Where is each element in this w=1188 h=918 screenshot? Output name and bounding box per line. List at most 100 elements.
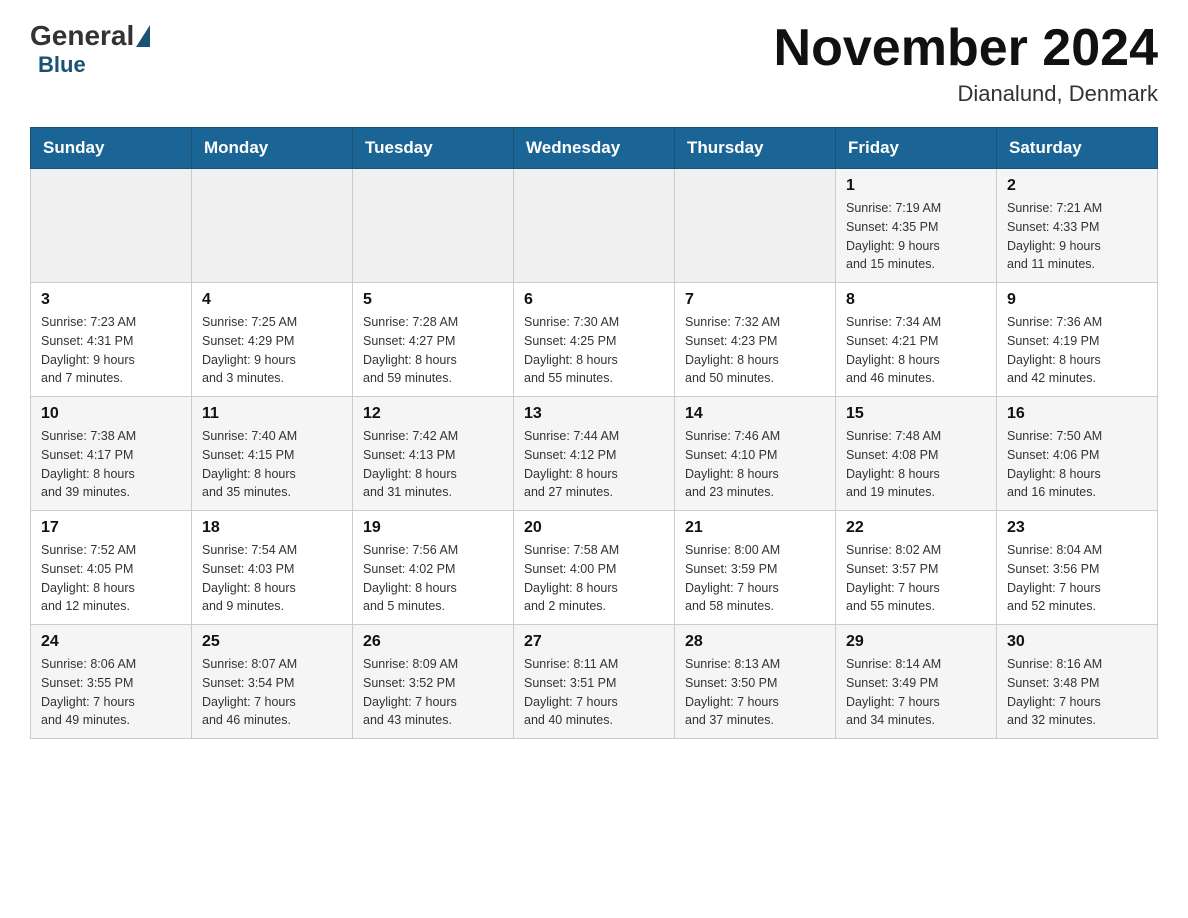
day-info-21: Sunrise: 8:00 AM Sunset: 3:59 PM Dayligh… bbox=[685, 541, 825, 616]
week-row-2: 3 Sunrise: 7:23 AM Sunset: 4:31 PM Daylig… bbox=[31, 283, 1158, 397]
header-wednesday: Wednesday bbox=[514, 128, 675, 169]
day-number-22: 22 bbox=[846, 519, 986, 537]
day-number-1: 1 bbox=[846, 177, 986, 195]
calendar-cell-0-1 bbox=[192, 169, 353, 283]
day-number-15: 15 bbox=[846, 405, 986, 423]
day-number-19: 19 bbox=[363, 519, 503, 537]
title-area: November 2024 Dianalund, Denmark bbox=[774, 20, 1158, 107]
calendar-cell-4-3: 27 Sunrise: 8:11 AM Sunset: 3:51 PM Dayli… bbox=[514, 625, 675, 739]
calendar-table: Sunday Monday Tuesday Wednesday Thursday… bbox=[30, 127, 1158, 739]
subtitle: Dianalund, Denmark bbox=[774, 81, 1158, 107]
week-row-5: 24Sunrise: 8:06 AM Sunset: 3:55 PM Dayli… bbox=[31, 625, 1158, 739]
logo-general-text: General bbox=[30, 20, 134, 52]
day-info-19: Sunrise: 7:56 AM Sunset: 4:02 PM Dayligh… bbox=[363, 541, 503, 616]
day-number-10: 10 bbox=[41, 405, 181, 423]
header-saturday: Saturday bbox=[997, 128, 1158, 169]
day-info-26: Sunrise: 8:09 AM Sunset: 3:52 PM Dayligh… bbox=[363, 655, 503, 730]
calendar-cell-2-4: 14 Sunrise: 7:46 AM Sunset: 4:10 PM Dayli… bbox=[675, 397, 836, 511]
calendar-cell-1-1: 4Sunrise: 7:25 AM Sunset: 4:29 PM Daylig… bbox=[192, 283, 353, 397]
calendar-cell-1-4: 7Sunrise: 7:32 AM Sunset: 4:23 PM Daylig… bbox=[675, 283, 836, 397]
header-thursday: Thursday bbox=[675, 128, 836, 169]
calendar-cell-3-1: 18 Sunrise: 7:54 AM Sunset: 4:03 PM Dayli… bbox=[192, 511, 353, 625]
day-number-8: 8 bbox=[846, 291, 986, 309]
day-info-3: Sunrise: 7:23 AM Sunset: 4:31 PM Dayligh… bbox=[41, 313, 181, 388]
day-info-17: Sunrise: 7:52 AM Sunset: 4:05 PM Dayligh… bbox=[41, 541, 181, 616]
day-number-6: 6 bbox=[524, 291, 664, 309]
day-number-3: 3 bbox=[41, 291, 181, 309]
day-info-5: Sunrise: 7:28 AM Sunset: 4:27 PM Dayligh… bbox=[363, 313, 503, 388]
header-friday: Friday bbox=[836, 128, 997, 169]
day-number-9: 9 bbox=[1007, 291, 1147, 309]
day-info-30: Sunrise: 8:16 AM Sunset: 3:48 PM Dayligh… bbox=[1007, 655, 1147, 730]
day-info-10: Sunrise: 7:38 AM Sunset: 4:17 PM Dayligh… bbox=[41, 427, 181, 502]
calendar-cell-3-2: 19 Sunrise: 7:56 AM Sunset: 4:02 PM Dayli… bbox=[353, 511, 514, 625]
calendar-cell-2-2: 12Sunrise: 7:42 AM Sunset: 4:13 PM Dayli… bbox=[353, 397, 514, 511]
day-info-28: Sunrise: 8:13 AM Sunset: 3:50 PM Dayligh… bbox=[685, 655, 825, 730]
weekday-header-row: Sunday Monday Tuesday Wednesday Thursday… bbox=[31, 128, 1158, 169]
main-title: November 2024 bbox=[774, 20, 1158, 77]
calendar-cell-1-3: 6Sunrise: 7:30 AM Sunset: 4:25 PM Daylig… bbox=[514, 283, 675, 397]
calendar-cell-2-6: 16 Sunrise: 7:50 AM Sunset: 4:06 PM Dayli… bbox=[997, 397, 1158, 511]
calendar-cell-4-4: 28Sunrise: 8:13 AM Sunset: 3:50 PM Dayli… bbox=[675, 625, 836, 739]
page-header: General Blue November 2024 Dianalund, De… bbox=[30, 20, 1158, 107]
header-tuesday: Tuesday bbox=[353, 128, 514, 169]
calendar-cell-0-6: 2 Sunrise: 7:21 AM Sunset: 4:33 PM Daylig… bbox=[997, 169, 1158, 283]
calendar-cell-2-0: 10 Sunrise: 7:38 AM Sunset: 4:17 PM Dayli… bbox=[31, 397, 192, 511]
day-info-18: Sunrise: 7:54 AM Sunset: 4:03 PM Dayligh… bbox=[202, 541, 342, 616]
day-number-23: 23 bbox=[1007, 519, 1147, 537]
calendar-cell-4-0: 24Sunrise: 8:06 AM Sunset: 3:55 PM Dayli… bbox=[31, 625, 192, 739]
day-number-21: 21 bbox=[685, 519, 825, 537]
day-number-14: 14 bbox=[685, 405, 825, 423]
calendar-cell-2-3: 13 Sunrise: 7:44 AM Sunset: 4:12 PM Dayli… bbox=[514, 397, 675, 511]
day-info-24: Sunrise: 8:06 AM Sunset: 3:55 PM Dayligh… bbox=[41, 655, 181, 730]
day-info-22: Sunrise: 8:02 AM Sunset: 3:57 PM Dayligh… bbox=[846, 541, 986, 616]
day-number-16: 16 bbox=[1007, 405, 1147, 423]
day-number-26: 26 bbox=[363, 633, 503, 651]
calendar-cell-1-5: 8Sunrise: 7:34 AM Sunset: 4:21 PM Daylig… bbox=[836, 283, 997, 397]
day-number-18: 18 bbox=[202, 519, 342, 537]
day-number-7: 7 bbox=[685, 291, 825, 309]
day-info-13: Sunrise: 7:44 AM Sunset: 4:12 PM Dayligh… bbox=[524, 427, 664, 502]
calendar-cell-4-2: 26 Sunrise: 8:09 AM Sunset: 3:52 PM Dayli… bbox=[353, 625, 514, 739]
day-info-29: Sunrise: 8:14 AM Sunset: 3:49 PM Dayligh… bbox=[846, 655, 986, 730]
calendar-cell-4-6: 30Sunrise: 8:16 AM Sunset: 3:48 PM Dayli… bbox=[997, 625, 1158, 739]
day-info-14: Sunrise: 7:46 AM Sunset: 4:10 PM Dayligh… bbox=[685, 427, 825, 502]
week-row-4: 17 Sunrise: 7:52 AM Sunset: 4:05 PM Dayli… bbox=[31, 511, 1158, 625]
calendar-cell-1-0: 3 Sunrise: 7:23 AM Sunset: 4:31 PM Daylig… bbox=[31, 283, 192, 397]
calendar-cell-4-5: 29 Sunrise: 8:14 AM Sunset: 3:49 PM Dayli… bbox=[836, 625, 997, 739]
calendar-cell-0-5: 1 Sunrise: 7:19 AM Sunset: 4:35 PM Daylig… bbox=[836, 169, 997, 283]
week-row-1: 1 Sunrise: 7:19 AM Sunset: 4:35 PM Daylig… bbox=[31, 169, 1158, 283]
calendar-cell-2-5: 15 Sunrise: 7:48 AM Sunset: 4:08 PM Dayli… bbox=[836, 397, 997, 511]
logo-text: General bbox=[30, 20, 152, 52]
day-info-16: Sunrise: 7:50 AM Sunset: 4:06 PM Dayligh… bbox=[1007, 427, 1147, 502]
calendar-cell-1-6: 9Sunrise: 7:36 AM Sunset: 4:19 PM Daylig… bbox=[997, 283, 1158, 397]
day-info-11: Sunrise: 7:40 AM Sunset: 4:15 PM Dayligh… bbox=[202, 427, 342, 502]
logo-triangle-icon bbox=[136, 25, 150, 47]
day-number-17: 17 bbox=[41, 519, 181, 537]
day-number-20: 20 bbox=[524, 519, 664, 537]
logo: General Blue bbox=[30, 20, 152, 78]
day-number-29: 29 bbox=[846, 633, 986, 651]
calendar-cell-3-6: 23 Sunrise: 8:04 AM Sunset: 3:56 PM Dayli… bbox=[997, 511, 1158, 625]
day-number-4: 4 bbox=[202, 291, 342, 309]
day-number-2: 2 bbox=[1007, 177, 1147, 195]
day-number-12: 12 bbox=[363, 405, 503, 423]
day-info-23: Sunrise: 8:04 AM Sunset: 3:56 PM Dayligh… bbox=[1007, 541, 1147, 616]
day-number-13: 13 bbox=[524, 405, 664, 423]
day-info-27: Sunrise: 8:11 AM Sunset: 3:51 PM Dayligh… bbox=[524, 655, 664, 730]
day-info-2: Sunrise: 7:21 AM Sunset: 4:33 PM Dayligh… bbox=[1007, 199, 1147, 274]
calendar-cell-0-4 bbox=[675, 169, 836, 283]
header-monday: Monday bbox=[192, 128, 353, 169]
calendar-cell-0-0 bbox=[31, 169, 192, 283]
day-info-25: Sunrise: 8:07 AM Sunset: 3:54 PM Dayligh… bbox=[202, 655, 342, 730]
day-number-11: 11 bbox=[202, 405, 342, 423]
day-number-5: 5 bbox=[363, 291, 503, 309]
day-info-20: Sunrise: 7:58 AM Sunset: 4:00 PM Dayligh… bbox=[524, 541, 664, 616]
week-row-3: 10 Sunrise: 7:38 AM Sunset: 4:17 PM Dayli… bbox=[31, 397, 1158, 511]
day-info-15: Sunrise: 7:48 AM Sunset: 4:08 PM Dayligh… bbox=[846, 427, 986, 502]
calendar-cell-3-3: 20 Sunrise: 7:58 AM Sunset: 4:00 PM Dayli… bbox=[514, 511, 675, 625]
calendar-cell-0-3 bbox=[514, 169, 675, 283]
calendar-cell-3-4: 21 Sunrise: 8:00 AM Sunset: 3:59 PM Dayli… bbox=[675, 511, 836, 625]
day-info-1: Sunrise: 7:19 AM Sunset: 4:35 PM Dayligh… bbox=[846, 199, 986, 274]
day-number-27: 27 bbox=[524, 633, 664, 651]
